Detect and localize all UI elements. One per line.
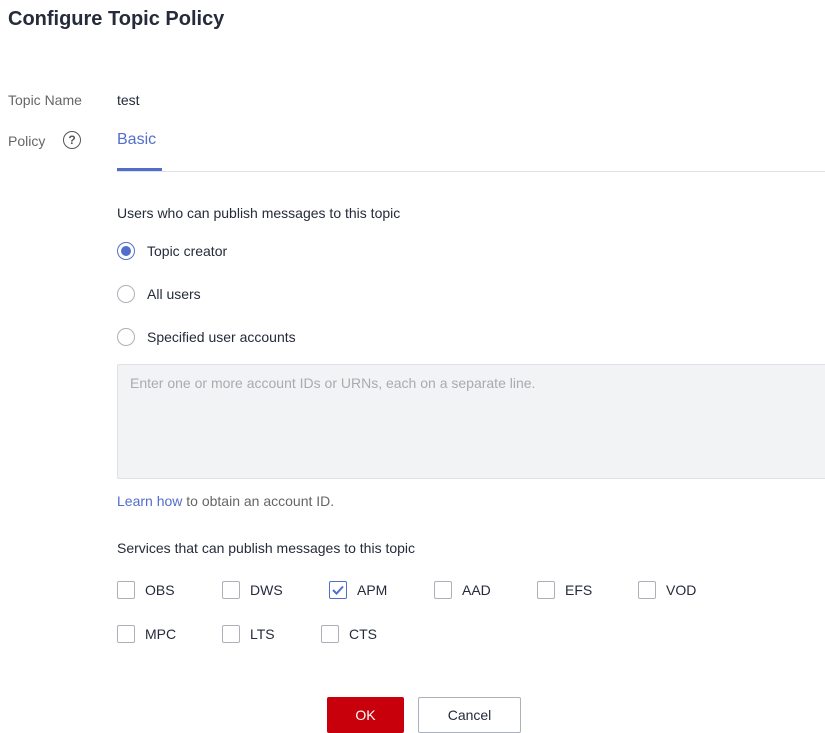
service-checkbox-cts[interactable]: CTS <box>321 625 377 643</box>
checkbox-label: APM <box>357 582 388 598</box>
radio-label: All users <box>147 286 201 302</box>
checkbox[interactable] <box>638 581 656 599</box>
learn-how-link[interactable]: Learn how <box>117 493 182 509</box>
publishers-heading: Users who can publish messages to this t… <box>117 205 401 221</box>
radio-topic-creator[interactable]: Topic creator <box>117 242 227 260</box>
dialog-title: Configure Topic Policy <box>8 8 225 30</box>
radio-label: Topic creator <box>147 243 228 259</box>
checkbox-label: OBS <box>145 582 175 598</box>
tab-basic[interactable]: Basic <box>117 131 156 149</box>
checkbox-label: AAD <box>462 582 491 598</box>
tab-divider <box>117 171 825 172</box>
service-checkbox-dws[interactable]: DWS <box>222 581 283 599</box>
service-checkbox-apm[interactable]: APM <box>329 581 387 599</box>
checkbox[interactable] <box>329 581 347 599</box>
checkbox-label: VOD <box>666 582 697 598</box>
checkbox[interactable] <box>117 581 135 599</box>
radio-button[interactable] <box>117 328 135 346</box>
radio-button[interactable] <box>117 285 135 303</box>
services-heading: Services that can publish messages to th… <box>117 540 416 556</box>
checkbox[interactable] <box>117 625 135 643</box>
checkbox-label: LTS <box>250 626 275 642</box>
account-ids-textarea[interactable] <box>117 364 825 479</box>
policy-label: Policy <box>8 133 46 149</box>
service-checkbox-aad[interactable]: AAD <box>434 581 491 599</box>
checkbox-label: MPC <box>145 626 177 642</box>
checkbox[interactable] <box>222 625 240 643</box>
ok-button[interactable]: OK <box>327 697 404 733</box>
service-checkbox-vod[interactable]: VOD <box>638 581 696 599</box>
checkmark-icon <box>332 585 344 595</box>
checkbox-label: DWS <box>250 582 283 598</box>
help-icon[interactable]: ? <box>63 131 81 149</box>
checkbox[interactable] <box>537 581 555 599</box>
cancel-button[interactable]: Cancel <box>418 697 521 733</box>
checkbox-label: CTS <box>349 626 377 642</box>
checkbox[interactable] <box>222 581 240 599</box>
topic-name-value: test <box>117 92 140 108</box>
learn-how-text: Learn how to obtain an account ID. <box>117 493 334 509</box>
learn-how-suffix: to obtain an account ID. <box>182 493 335 509</box>
checkbox[interactable] <box>434 581 452 599</box>
radio-label: Specified user accounts <box>147 329 296 345</box>
service-checkbox-lts[interactable]: LTS <box>222 625 275 643</box>
checkbox-label: EFS <box>565 582 593 598</box>
topic-name-label: Topic Name <box>8 92 82 108</box>
radio-all-users[interactable]: All users <box>117 285 201 303</box>
radio-button[interactable] <box>117 242 135 260</box>
service-checkbox-mpc[interactable]: MPC <box>117 625 176 643</box>
service-checkbox-obs[interactable]: OBS <box>117 581 175 599</box>
checkbox[interactable] <box>321 625 339 643</box>
radio-specified-accounts[interactable]: Specified user accounts <box>117 328 296 346</box>
service-checkbox-efs[interactable]: EFS <box>537 581 592 599</box>
